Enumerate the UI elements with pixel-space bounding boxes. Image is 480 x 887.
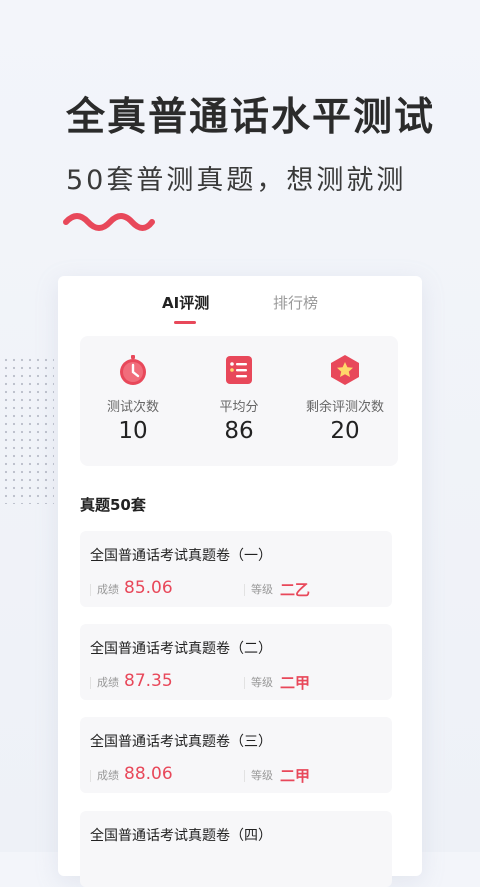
star-badge-icon [331, 355, 359, 385]
paper-item[interactable]: 全国普通话考试真题卷（三） 成绩 88.06 等级 二甲 [80, 717, 392, 793]
grade-label: 等级 [244, 584, 273, 596]
clock-icon [120, 355, 146, 385]
paper-title: 全国普通话考试真题卷（四） [90, 828, 272, 844]
main-card: AI评测 排行榜 测试次数 10 平均分 86 剩余评测次数 20 真题50套 … [58, 276, 422, 887]
score-value: 85.06 [124, 578, 173, 598]
paper-title: 全国普通话考试真题卷（一） [90, 548, 272, 564]
score-label: 成绩 [90, 584, 119, 596]
grade-value: 二乙 [280, 581, 311, 599]
grade-label: 等级 [244, 677, 273, 689]
score-value: 88.06 [124, 764, 173, 784]
grade-value: 二甲 [280, 674, 311, 692]
list-icon [226, 356, 252, 384]
paper-item[interactable]: 全国普通话考试真题卷（一） 成绩 85.06 等级 二乙 [80, 531, 392, 607]
stat-label: 剩余评测次数 [305, 400, 384, 415]
score-label: 成绩 [90, 770, 119, 782]
tab-leaderboard[interactable]: 排行榜 [273, 292, 318, 313]
paper-item[interactable]: 全国普通话考试真题卷（二） 成绩 87.35 等级 二甲 [80, 624, 392, 700]
stat-value: 86 [224, 418, 254, 444]
stats-panel: 测试次数 10 平均分 86 剩余评测次数 20 [80, 336, 398, 466]
section-title: 真题50套 [80, 496, 146, 514]
active-tab-indicator [174, 321, 196, 324]
stat-label: 测试次数 [106, 400, 159, 415]
paper-title: 全国普通话考试真题卷（二） [90, 641, 272, 657]
stat-label: 平均分 [219, 400, 259, 415]
grade-label: 等级 [244, 770, 273, 782]
grade-value: 二甲 [280, 767, 311, 785]
score-label: 成绩 [90, 677, 119, 689]
tab-ai-evaluation[interactable]: AI评测 [162, 292, 209, 313]
paper-item[interactable]: 全国普通话考试真题卷（四） [80, 811, 392, 887]
wave-decoration [63, 213, 155, 231]
dot-pattern-decoration [4, 358, 54, 504]
stat-value: 20 [330, 418, 360, 444]
tab-bar: AI评测 排行榜 [58, 292, 422, 326]
score-value: 87.35 [124, 671, 173, 691]
paper-title: 全国普通话考试真题卷（三） [90, 734, 272, 750]
stat-value: 10 [118, 418, 148, 444]
hero-subtitle: 50套普测真题，想测就测 [66, 165, 407, 196]
hero-title: 全真普通话水平测试 [66, 95, 436, 140]
